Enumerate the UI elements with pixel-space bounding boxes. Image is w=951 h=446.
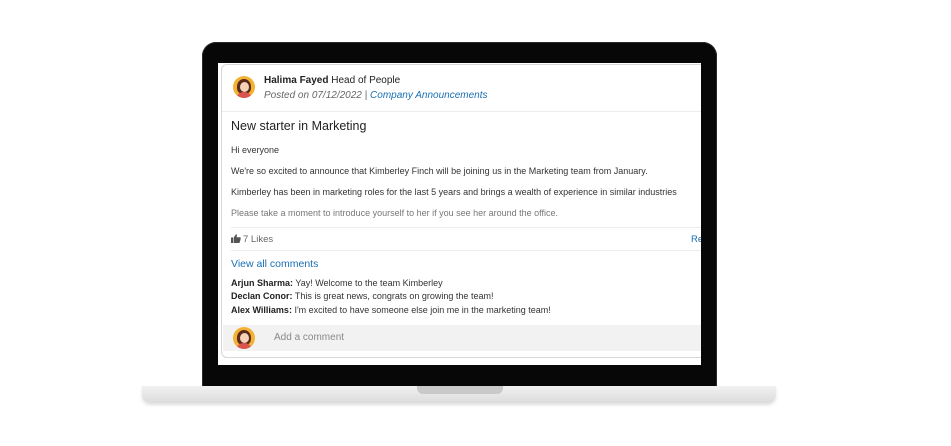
likes-button[interactable]: 7 Likes: [231, 234, 273, 246]
comment-item: Arjun Sharma: Yay! Welcome to the team K…: [231, 278, 443, 288]
category-link[interactable]: Company Announcements: [370, 90, 487, 101]
comment-author[interactable]: Alex Williams:: [231, 305, 292, 315]
comment-text: I'm excited to have someone else join me…: [291, 305, 551, 315]
laptop-base-shadow: [150, 403, 768, 405]
laptop-notch: [417, 386, 503, 394]
divider: [231, 250, 701, 251]
author-avatar-icon[interactable]: [233, 76, 255, 98]
add-comment-bar[interactable]: Add a comment: [223, 325, 701, 351]
comment-text: Yay! Welcome to the team Kimberley: [293, 278, 443, 288]
post-paragraph: We're so excited to announce that Kimber…: [231, 166, 648, 176]
post-title: New starter in Marketing: [231, 119, 367, 133]
post-card: Halima Fayed Head of People Posted on 07…: [221, 64, 701, 358]
commenter-avatar-icon: [233, 327, 255, 349]
add-comment-input[interactable]: Add a comment: [274, 332, 344, 343]
author-role: Head of People: [331, 75, 401, 86]
post-paragraph: Please take a moment to introduce yourse…: [231, 208, 559, 218]
post-header: Halima Fayed Head of People Posted on 07…: [222, 65, 701, 112]
author-line: Halima Fayed Head of People: [264, 75, 400, 86]
reply-link[interactable]: Re: [691, 234, 701, 245]
post-meta: Posted on 07/12/2022 | Company Announcem…: [264, 90, 488, 101]
comment-item: Alex Williams: I'm excited to have someo…: [231, 305, 551, 315]
comment-text: This is great news, congrats on growing …: [292, 291, 494, 301]
laptop-screen: Halima Fayed Head of People Posted on 07…: [218, 63, 701, 365]
comment-author[interactable]: Arjun Sharma:: [231, 278, 293, 288]
posted-date: Posted on 07/12/2022 |: [264, 90, 368, 101]
author-name[interactable]: Halima Fayed: [264, 75, 328, 86]
thumbs-up-icon: [231, 234, 241, 246]
divider: [231, 227, 701, 228]
view-all-comments-link[interactable]: View all comments: [231, 258, 318, 270]
comment-author[interactable]: Declan Conor:: [231, 291, 293, 301]
post-paragraph: Kimberley has been in marketing roles fo…: [231, 187, 677, 197]
comment-item: Declan Conor: This is great news, congra…: [231, 291, 493, 301]
likes-count: 7 Likes: [243, 234, 274, 245]
post-paragraph: Hi everyone: [231, 145, 280, 155]
